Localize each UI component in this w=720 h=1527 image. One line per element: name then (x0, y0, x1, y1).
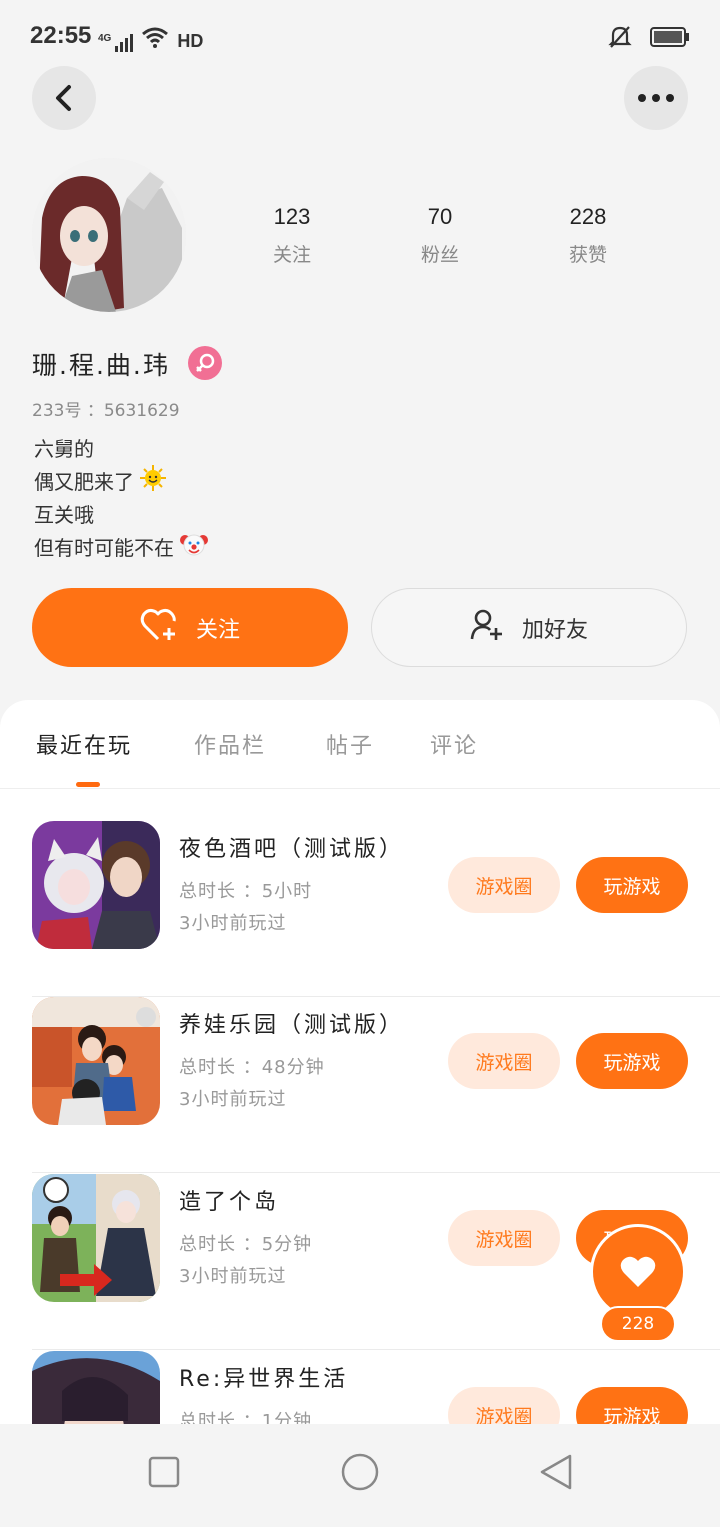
square-icon (148, 1456, 180, 1488)
add-friend-label: 加好友 (521, 617, 588, 643)
game-icon (32, 1174, 160, 1302)
bio-line: 六舅的 (34, 437, 94, 461)
system-nav-bar (0, 1424, 720, 1520)
like-count-badge: 228 (600, 1306, 676, 1342)
game-title: Re:异世界生活 (179, 1367, 349, 1392)
heart-plus-icon (140, 608, 178, 648)
divider (32, 1349, 720, 1350)
bio-line: 但有时可能不在 (34, 536, 174, 560)
game-title: 养娃乐园（测试版） (179, 1013, 405, 1038)
game-duration: 总时长 ：5小时 (179, 881, 313, 902)
game-duration: 总时长 ：48分钟 (179, 1057, 325, 1078)
stat-likes-value: 228 (569, 204, 607, 229)
user-id: 233号 ：5631629 (32, 401, 180, 421)
home-button[interactable] (340, 1452, 380, 1496)
stat-fans[interactable]: 70 粉丝 (380, 204, 500, 267)
stat-likes-label: 获赞 (568, 244, 607, 266)
add-friend-button[interactable]: 加好友 (371, 588, 687, 667)
wifi-icon (141, 26, 169, 52)
list-item[interactable]: 养娃乐园（测试版） 总时长 ：48分钟 3小时前玩过 游戏圈 玩游戏 (32, 997, 720, 1173)
stat-following[interactable]: 123 关注 (232, 204, 352, 267)
play-game-button[interactable]: 玩游戏 (576, 857, 688, 913)
game-icon (32, 997, 160, 1125)
active-tab-indicator (76, 782, 100, 787)
stat-likes[interactable]: 228 获赞 (528, 204, 648, 267)
divider (32, 1172, 720, 1173)
content-panel: 最近在玩 作品栏 帖子 评论 夜色酒吧（测试版） 总时长 ：5小时 3小时前玩过… (0, 700, 720, 1520)
hd-icon: HD (177, 31, 204, 51)
bio-line: 互关哦 (34, 503, 94, 527)
game-last-played: 3小时前玩过 (179, 1089, 287, 1110)
game-circle-button[interactable]: 游戏圈 (448, 1210, 560, 1266)
recent-apps-button[interactable] (148, 1456, 180, 1492)
game-last-played: 3小时前玩过 (179, 1266, 287, 1287)
stat-following-value: 123 (273, 204, 311, 229)
avatar[interactable] (32, 158, 186, 312)
status-time: 22:55 (30, 22, 92, 49)
follow-label: 关注 (195, 617, 240, 643)
more-button[interactable] (624, 66, 688, 130)
add-user-icon (470, 608, 504, 648)
game-icon (32, 821, 160, 949)
battery-icon (650, 26, 690, 52)
chevron-left-icon (56, 85, 71, 111)
heart-icon (620, 1256, 656, 1287)
stat-following-label: 关注 (272, 244, 311, 266)
list-item[interactable]: 夜色酒吧（测试版） 总时长 ：5小时 3小时前玩过 游戏圈 玩游戏 (32, 821, 720, 997)
tab-recently-played[interactable]: 最近在玩 (36, 728, 132, 760)
network-indicators: 4G HD (98, 26, 203, 52)
tab-comments[interactable]: 评论 (430, 728, 478, 760)
game-circle-button[interactable]: 游戏圈 (448, 1033, 560, 1089)
cellular-signal-icon: 4G (98, 33, 134, 52)
play-game-button[interactable]: 玩游戏 (576, 1033, 688, 1089)
back-nav-button[interactable] (538, 1452, 574, 1496)
female-icon (188, 346, 222, 380)
tab-posts[interactable]: 帖子 (326, 728, 374, 760)
bio: 六舅的 偶又肥来了 互关哦 但有时可能不在 (34, 434, 208, 566)
more-dots-icon (638, 94, 674, 102)
game-title: 造了个岛 (179, 1190, 280, 1215)
triangle-back-icon (540, 1454, 572, 1490)
game-last-played: 3小时前玩过 (179, 913, 287, 934)
bio-line: 偶又肥来了 (34, 470, 134, 494)
tab-bar: 最近在玩 作品栏 帖子 评论 (0, 700, 720, 789)
follow-button[interactable]: 关注 (32, 588, 348, 667)
username: 珊.程.曲.玮 (32, 351, 170, 380)
stat-fans-value: 70 (427, 204, 453, 229)
tab-works[interactable]: 作品栏 (194, 728, 266, 760)
game-duration: 总时长 ：5分钟 (179, 1234, 313, 1255)
status-bar: 22:55 4G HD (0, 0, 720, 72)
sun-emoji-icon (140, 465, 166, 500)
clown-emoji-icon (180, 531, 208, 566)
stat-fans-label: 粉丝 (420, 244, 459, 266)
mute-bell-icon (608, 24, 632, 54)
game-title: 夜色酒吧（测试版） (179, 837, 405, 862)
back-button[interactable] (32, 66, 96, 130)
network-type: 4G (98, 33, 112, 44)
circle-icon (341, 1453, 379, 1491)
game-circle-button[interactable]: 游戏圈 (448, 857, 560, 913)
